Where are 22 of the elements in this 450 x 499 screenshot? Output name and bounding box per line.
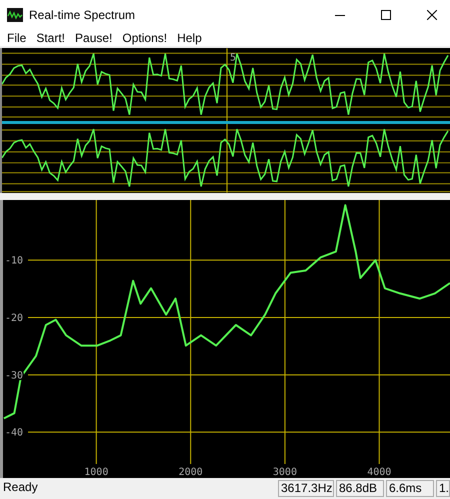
x-tick-label: 3000 [272,467,297,478]
y-tick-label: -20 [5,313,24,324]
marker-label: 5 [230,52,236,64]
menu-item[interactable]: Options! [117,29,172,47]
status-text: Ready [2,480,39,496]
menu-item[interactable]: Help [172,29,207,47]
window-title: Real-time Spectrum [29,7,136,24]
app-icon [7,8,23,22]
close-icon[interactable] [427,10,437,20]
y-tick-label: -10 [5,256,24,267]
x-tick-label: 2000 [178,467,203,478]
menu-item[interactable]: Pause! [70,29,118,47]
status-field: 3617.3Hz [278,480,334,497]
menu-item[interactable]: File [2,29,32,47]
status-field: 6.6ms [386,480,434,497]
status-field: 86.8dB [336,480,384,497]
maximize-icon[interactable] [381,10,391,20]
y-tick-label: -40 [5,428,24,439]
x-tick-label: 4000 [367,467,392,478]
x-tick-label: 1000 [84,467,108,478]
status-field: 1. [436,480,450,497]
menu-item[interactable]: Start! [31,29,70,47]
